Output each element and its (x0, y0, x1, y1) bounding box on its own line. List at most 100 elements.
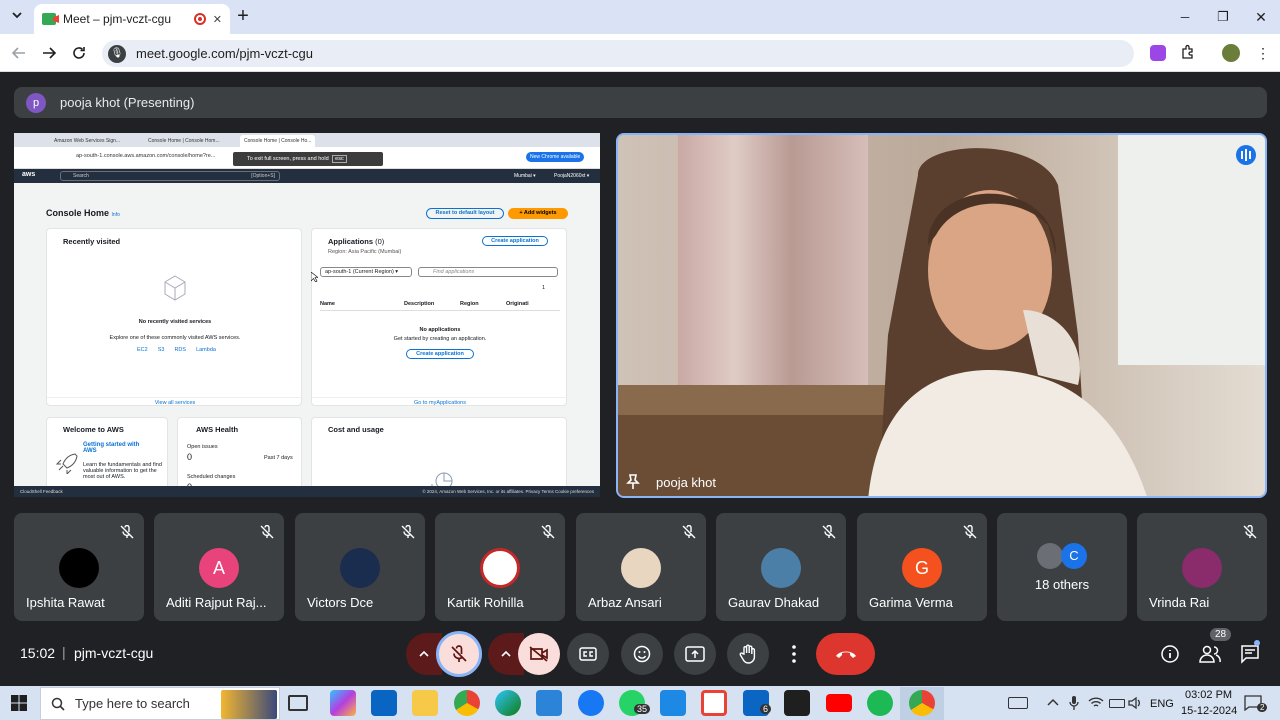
participant-name: Aditi Rajput Raj... (166, 595, 267, 610)
facebook-icon[interactable] (578, 690, 604, 716)
people-count-badge: 28 (1210, 628, 1232, 641)
vscode-icon[interactable] (660, 690, 686, 716)
chevron-up-icon (501, 650, 511, 657)
windows-start-icon[interactable] (11, 695, 27, 711)
participant-name: 18 others (1034, 577, 1090, 592)
mic-off-icon (822, 525, 836, 539)
address-bar[interactable]: 🎙 meet.google.com/pjm-vczt-cgu (102, 40, 1134, 67)
chrome-icon[interactable] (454, 690, 480, 716)
past-7-days: Past 7 days (264, 455, 293, 461)
pin-icon[interactable] (626, 474, 640, 490)
participant-tile[interactable]: Kartik Rohilla (435, 513, 565, 621)
speaker-video-tile[interactable]: pooja khot (616, 133, 1267, 498)
emoji-icon (633, 645, 651, 663)
site-info-icon[interactable]: 🎙 (108, 44, 126, 63)
applications-title: Applications (0) (328, 237, 384, 246)
cost-usage-card: Cost and usage (311, 417, 567, 497)
welcome-title: Welcome to AWS (63, 425, 124, 434)
chevron-down-icon (12, 12, 22, 19)
more-options-icon[interactable] (1236, 145, 1256, 165)
cost-title: Cost and usage (328, 425, 384, 434)
col-name: Name (320, 301, 335, 307)
mic-off-icon (451, 645, 467, 662)
outlook-icon[interactable] (371, 690, 397, 716)
copilot-icon[interactable] (330, 690, 356, 716)
chrome-active-taskbar[interactable] (900, 687, 944, 720)
participant-tile[interactable]: G Garima Verma (857, 513, 987, 621)
camera-button[interactable] (518, 633, 560, 675)
participant-tile[interactable]: Victors Dce (295, 513, 425, 621)
participant-tile[interactable]: A Aditi Rajput Raj... (154, 513, 284, 621)
welcome-card: Welcome to AWS Getting started with AWS … (46, 417, 168, 497)
mic-off-icon (963, 525, 977, 539)
open-issues-value: 0 (187, 452, 193, 462)
browser-tab-meet[interactable]: Meet – pjm-vczt-cgu ✕ (34, 4, 230, 34)
participant-tile[interactable]: Vrinda Rai (1137, 513, 1267, 621)
service-link: S3 (157, 347, 165, 353)
participant-tile[interactable]: Ipshita Rawat (14, 513, 144, 621)
keyboard-icon[interactable] (1008, 697, 1028, 709)
store-icon[interactable] (536, 690, 562, 716)
meeting-time: 15:02 (20, 645, 56, 661)
no-applications: No applications (419, 327, 461, 333)
captions-button[interactable] (567, 633, 609, 675)
language-indicator[interactable]: ENG (1150, 698, 1174, 710)
file-explorer-icon[interactable] (412, 690, 438, 716)
cube-icon (164, 275, 186, 301)
aws-footer: CloudShell Feedback © 2024, Amazon Web S… (14, 486, 600, 497)
aws-nav: aws Search [Option+S] Mumbai ▾ PoojaN206… (14, 169, 600, 183)
meeting-info-icon[interactable] (1160, 644, 1180, 664)
back-arrow-icon[interactable] (12, 46, 26, 60)
minimize-button[interactable]: ─ (1170, 2, 1200, 32)
volume-icon[interactable] (1128, 696, 1142, 710)
chevron-up-icon[interactable] (1047, 697, 1059, 709)
col-origination: Originati (506, 301, 529, 307)
mic-off-icon (682, 525, 696, 539)
task-view-icon[interactable] (288, 695, 308, 711)
battery-icon[interactable] (1109, 699, 1125, 708)
participant-avatar (59, 548, 99, 588)
participant-avatar (340, 548, 380, 588)
profile-avatar[interactable] (1222, 44, 1240, 62)
leave-call-button[interactable] (816, 633, 875, 675)
shared-tab: Console Home | Console Ho... (240, 135, 316, 147)
wifi-icon[interactable] (1088, 697, 1104, 709)
spotify-icon[interactable] (867, 690, 893, 716)
mic-off-icon (1243, 525, 1257, 539)
chat-icon[interactable] (1240, 644, 1260, 664)
speaker-video-frame (618, 135, 1265, 496)
participant-tile[interactable]: Arbaz Ansari (576, 513, 706, 621)
terminal-icon[interactable] (784, 690, 810, 716)
new-chrome-badge: New Chrome available (526, 152, 585, 162)
others-tile[interactable]: C 18 others (997, 513, 1127, 621)
forward-arrow-icon[interactable] (42, 46, 56, 60)
maximize-button[interactable]: ❐ (1208, 2, 1238, 32)
search-placeholder: Type here to search (75, 696, 190, 711)
time-separator: | (62, 644, 66, 660)
hint-text: To exit full screen, press and hold (247, 156, 329, 162)
microphone-button[interactable] (436, 631, 482, 677)
taskbar-date[interactable]: 15-12-2024 (1181, 705, 1237, 717)
youtube-icon[interactable] (826, 694, 852, 712)
console-home-title: Console Home (46, 208, 110, 218)
taskbar-time[interactable]: 03:02 PM (1185, 689, 1232, 701)
taskbar-search[interactable]: Type here to search (40, 687, 280, 720)
gmail-icon[interactable] (701, 690, 727, 716)
people-icon[interactable] (1199, 644, 1221, 664)
new-tab-button[interactable]: + (232, 2, 254, 30)
more-options-button[interactable] (780, 633, 808, 675)
tab-search-button[interactable] (4, 2, 30, 32)
microphone-tray-icon[interactable] (1069, 695, 1079, 711)
reload-icon[interactable] (72, 46, 86, 60)
present-screen-button[interactable] (674, 633, 716, 675)
raise-hand-button[interactable] (727, 633, 769, 675)
tab-close-button[interactable]: ✕ (213, 13, 222, 26)
participant-tile[interactable]: Gaurav Dhakad (716, 513, 846, 621)
close-window-button[interactable]: ✕ (1246, 2, 1276, 32)
recently-visited-card: Recently visited No recently visited ser… (46, 228, 303, 406)
edge-icon[interactable] (495, 690, 521, 716)
extension-icon[interactable] (1150, 45, 1166, 61)
chrome-menu-icon[interactable]: ⋮ (1256, 42, 1270, 64)
emoji-button[interactable] (621, 633, 663, 675)
puzzle-extensions-icon[interactable] (1180, 44, 1196, 60)
